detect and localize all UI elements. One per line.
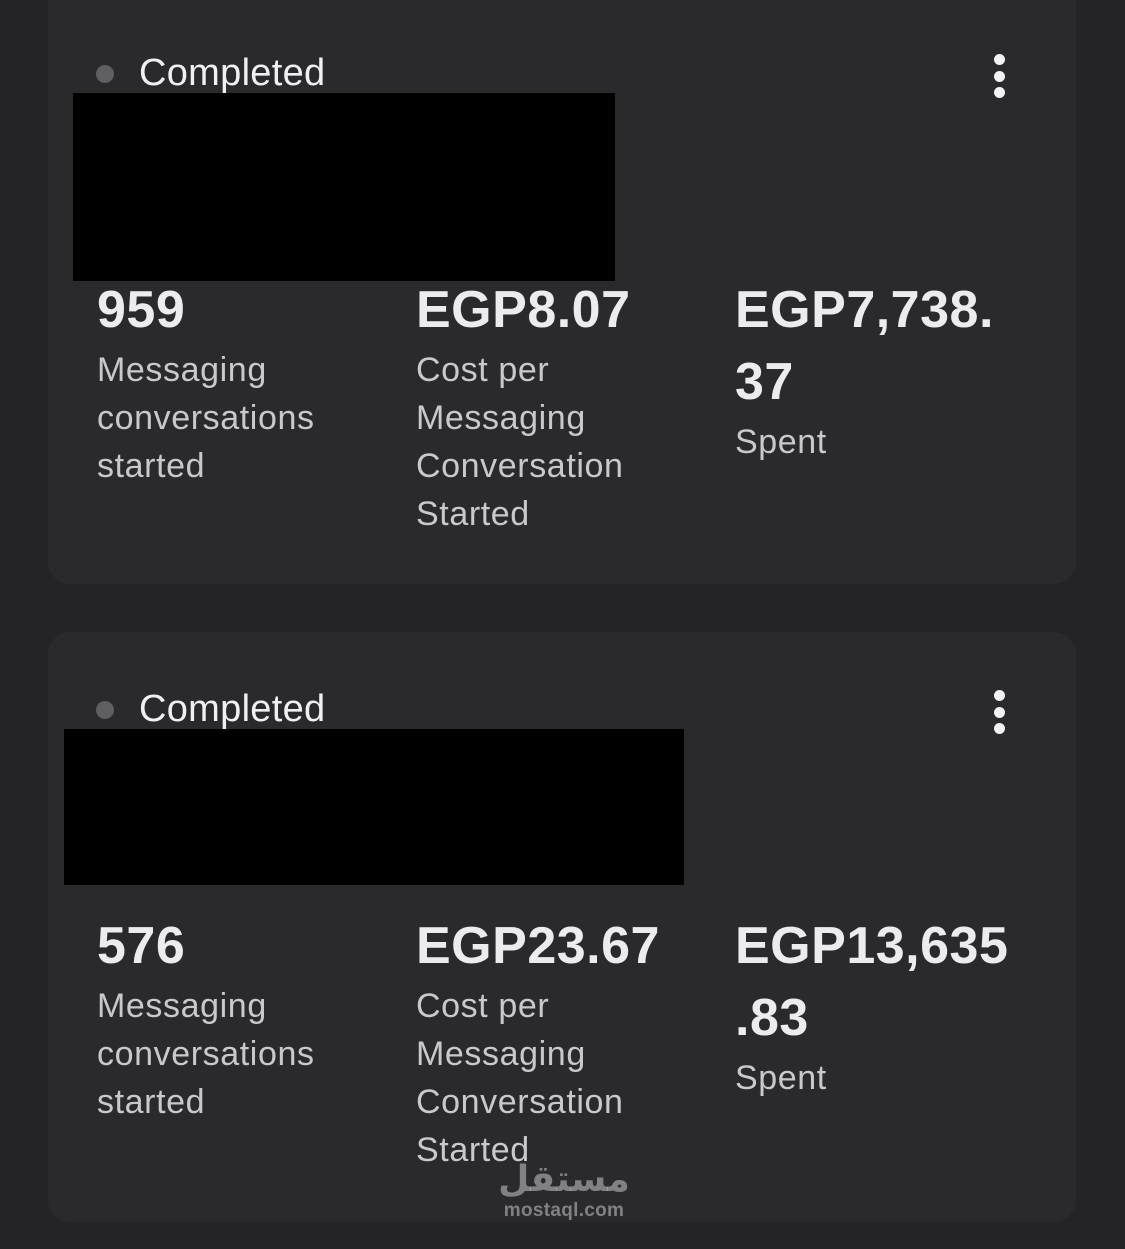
metric-label: Spent — [735, 418, 994, 466]
status-label: Completed — [139, 688, 326, 730]
status-dot-icon — [96, 64, 114, 83]
watermark-logo-text: مستقل — [498, 1159, 630, 1200]
metric-value-line: EGP7,738. — [735, 281, 994, 339]
campaign-card[interactable]: Completed 576 Messaging conversations st… — [48, 632, 1076, 1222]
metric-label-line: conversations — [97, 399, 315, 437]
campaign-list: Completed 959 Messaging conversations st… — [0, 0, 1125, 1249]
status-indicator: Completed — [96, 52, 325, 95]
metric-value-line: .83 — [735, 989, 809, 1047]
mostaql-watermark: مستقل mostaql.com — [494, 1160, 634, 1222]
metric-label-line: Conversation — [416, 447, 624, 485]
status-indicator: Completed — [96, 688, 325, 731]
metric-label-line: Cost per — [416, 351, 550, 389]
metric-label: Messaging conversations started — [97, 982, 315, 1126]
metric-label: Spent — [735, 1054, 1008, 1102]
metric-value-line: 37 — [735, 353, 794, 411]
metric-value: 576 — [97, 917, 186, 975]
more-options-icon[interactable] — [986, 54, 1012, 98]
metric-value-line: EGP13,635 — [735, 917, 1009, 975]
metric-label: Cost per Messaging Conversation Started — [416, 982, 660, 1174]
metric-label: Messaging conversations started — [97, 346, 315, 490]
status-label: Completed — [139, 52, 326, 94]
metric-amount-spent: EGP13,635 .83 Spent — [735, 910, 1008, 1102]
metric-label-line: Spent — [735, 423, 827, 461]
metric-cost-per-result: EGP23.67 Cost per Messaging Conversation… — [416, 910, 660, 1174]
metric-cost-per-result: EGP8.07 Cost per Messaging Conversation … — [416, 274, 631, 538]
status-dot-icon — [96, 700, 114, 719]
metric-value: EGP8.07 — [416, 281, 631, 339]
metric-label-line: Cost per — [416, 987, 550, 1025]
metric-value: EGP13,635 .83 — [735, 910, 1008, 1054]
metric-value: 959 — [97, 281, 186, 339]
metric-label-line: started — [97, 1083, 206, 1121]
metric-label-line: Started — [416, 495, 530, 533]
metric-value: EGP23.67 — [416, 917, 660, 975]
metric-label: Cost per Messaging Conversation Started — [416, 346, 631, 538]
metric-amount-spent: EGP7,738. 37 Spent — [735, 274, 994, 466]
metric-results: 959 Messaging conversations started — [97, 274, 315, 490]
campaign-card[interactable]: Completed 959 Messaging conversations st… — [48, 0, 1076, 584]
metric-value: EGP7,738. 37 — [735, 274, 994, 418]
metric-label-line: Messaging — [97, 351, 267, 389]
metric-label-line: started — [97, 447, 206, 485]
more-options-icon[interactable] — [986, 690, 1012, 734]
metric-label-line: Spent — [735, 1059, 827, 1097]
metric-results: 576 Messaging conversations started — [97, 910, 315, 1126]
metric-label-line: conversations — [97, 1035, 315, 1073]
metric-label-line: Conversation — [416, 1083, 624, 1121]
metric-label-line: Messaging — [97, 987, 267, 1025]
redacted-campaign-name — [73, 93, 615, 281]
redacted-campaign-name — [64, 729, 684, 885]
metric-label-line: Messaging — [416, 399, 586, 437]
metric-label-line: Messaging — [416, 1035, 586, 1073]
watermark-url: mostaql.com — [503, 1200, 625, 1221]
